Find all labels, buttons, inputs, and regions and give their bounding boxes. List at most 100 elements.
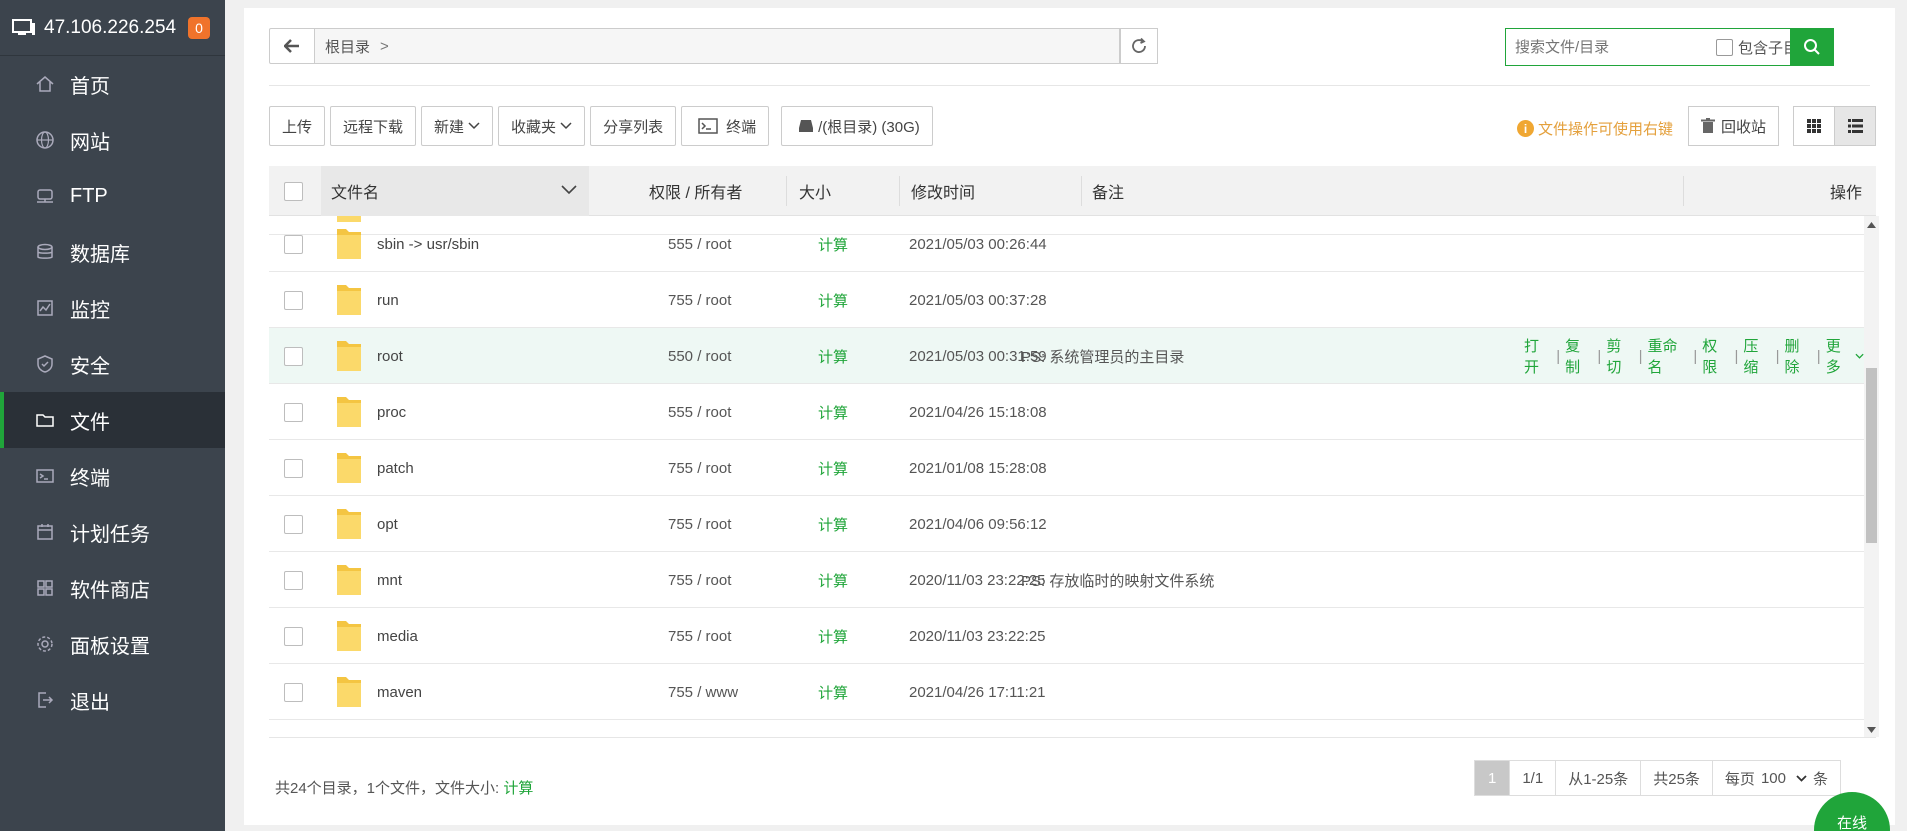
row-checkbox[interactable] [284, 290, 303, 310]
sidebar-item-security[interactable]: 安全 [0, 336, 225, 392]
sort-chevron-icon[interactable] [561, 185, 577, 195]
page-count: 1/1 [1510, 761, 1557, 795]
select-all-checkbox[interactable] [284, 181, 303, 201]
notification-badge[interactable]: 0 [188, 16, 211, 39]
file-note[interactable]: PS: 系统管理员的主目录 [1021, 328, 1184, 384]
calc-size-link[interactable]: 计算 [818, 328, 848, 384]
row-checkbox[interactable] [284, 682, 303, 702]
row-checkbox[interactable] [284, 402, 303, 422]
sidebar-item-monitor[interactable]: 监控 [0, 280, 225, 336]
file-perm[interactable]: 755 / root [668, 608, 731, 664]
disk-button[interactable]: /(根目录) (30G) [781, 106, 933, 146]
sidebar-item-logout[interactable]: 退出 [0, 672, 225, 728]
refresh-button[interactable] [1120, 28, 1158, 64]
calc-size-link[interactable]: 计算 [818, 664, 848, 720]
table-row[interactable]: patch 755 / root 计算 2021/01/08 15:28:08 [269, 440, 1864, 496]
list-view-button[interactable] [1834, 106, 1876, 146]
share-list-button[interactable]: 分享列表 [590, 106, 677, 146]
back-button[interactable] [269, 28, 315, 64]
remote-download-button[interactable]: 远程下载 [330, 106, 417, 146]
file-note[interactable]: PS: 存放临时的映射文件系统 [1021, 552, 1214, 608]
summary-calc-link[interactable]: 计算 [503, 780, 533, 797]
table-row[interactable]: mnt 755 / root 计算 2020/11/03 23:22:25 PS… [269, 552, 1864, 608]
calc-size-link[interactable]: 计算 [818, 272, 848, 328]
breadcrumb[interactable]: 根目录 > [315, 28, 1120, 64]
calc-size-link[interactable]: 计算 [818, 216, 848, 272]
file-perm[interactable]: 755 / root [668, 552, 731, 608]
table-row[interactable]: sbin -> usr/sbin 555 / root 计算 2021/05/0… [269, 216, 1864, 272]
scroll-down-icon[interactable] [1867, 727, 1876, 733]
scrollbar-thumb[interactable] [1866, 368, 1877, 543]
copy-link[interactable]: 复制 [1565, 335, 1592, 377]
file-name[interactable]: mnt [377, 552, 402, 608]
row-checkbox[interactable] [284, 458, 303, 478]
new-button[interactable]: 新建 [421, 106, 494, 146]
row-checkbox[interactable] [284, 626, 303, 646]
file-perm[interactable]: 555 / root [668, 216, 731, 272]
recycle-bin-button[interactable]: 回收站 [1688, 106, 1780, 146]
sidebar-item-ftp[interactable]: FTP [0, 168, 225, 224]
terminal-button[interactable]: 终端 [681, 106, 770, 146]
sidebar-item-settings[interactable]: 面板设置 [0, 616, 225, 672]
file-perm[interactable]: 755 / www [668, 664, 738, 720]
row-checkbox[interactable] [284, 346, 303, 366]
include-subdir-checkbox[interactable] [1716, 38, 1733, 56]
sidebar-item-store[interactable]: 软件商店 [0, 560, 225, 616]
breadcrumb-root[interactable]: 根目录 [325, 36, 370, 57]
file-name[interactable]: maven [377, 664, 422, 720]
table-row[interactable]: opt 755 / root 计算 2021/04/06 09:56:12 [269, 496, 1864, 552]
table-scrollbar[interactable] [1864, 216, 1879, 737]
file-name[interactable]: patch [377, 440, 414, 496]
file-perm[interactable]: 755 / root [668, 272, 731, 328]
calc-size-link[interactable]: 计算 [818, 384, 848, 440]
per-page-select[interactable]: 100 [1761, 770, 1807, 787]
permission-link[interactable]: 权限 [1702, 335, 1729, 377]
sidebar-item-website[interactable]: 网站 [0, 112, 225, 168]
more-link[interactable]: 更多 [1826, 335, 1853, 377]
page-current[interactable]: 1 [1475, 761, 1511, 795]
sidebar-item-home[interactable]: 首页 [0, 56, 225, 112]
row-checkbox[interactable] [284, 514, 303, 534]
file-name[interactable]: media [377, 608, 418, 664]
gear-icon [34, 633, 56, 655]
file-table-header: 文件名 权限 / 所有者 大小 修改时间 备注 操作 [269, 166, 1876, 216]
rename-link[interactable]: 重命名 [1647, 335, 1688, 377]
favorites-button[interactable]: 收藏夹 [498, 106, 586, 146]
file-perm[interactable]: 755 / root [668, 440, 731, 496]
table-row[interactable]: media 755 / root 计算 2020/11/03 23:22:25 [269, 608, 1864, 664]
open-link[interactable]: 打开 [1524, 335, 1551, 377]
file-name[interactable]: opt [377, 496, 398, 552]
row-checkbox[interactable] [284, 570, 303, 590]
file-perm[interactable]: 550 / root [668, 328, 731, 384]
file-perm[interactable]: 555 / root [668, 384, 731, 440]
name-column-header[interactable]: 文件名 [321, 166, 589, 216]
file-name[interactable]: proc [377, 384, 406, 440]
table-row[interactable]: proc 555 / root 计算 2021/04/26 15:18:08 [269, 384, 1864, 440]
cut-link[interactable]: 剪切 [1606, 335, 1633, 377]
search-button[interactable] [1790, 28, 1834, 66]
file-perm[interactable]: 755 / root [668, 496, 731, 552]
sidebar-item-cron[interactable]: 计划任务 [0, 504, 225, 560]
file-name[interactable]: root [377, 328, 403, 384]
search-input[interactable] [1506, 29, 1716, 65]
calc-size-link[interactable]: 计算 [818, 496, 848, 552]
file-name[interactable]: run [377, 272, 399, 328]
table-row[interactable]: root 550 / root 计算 2021/05/03 00:31:59 P… [269, 328, 1864, 384]
calc-size-link[interactable]: 计算 [818, 440, 848, 496]
total-count: 共25条 [1641, 761, 1713, 795]
row-checkbox[interactable] [284, 234, 303, 254]
sidebar-item-database[interactable]: 数据库 [0, 224, 225, 280]
sidebar-item-terminal[interactable]: 终端 [0, 448, 225, 504]
folder-icon [336, 496, 362, 552]
calc-size-link[interactable]: 计算 [818, 608, 848, 664]
delete-link[interactable]: 删除 [1785, 335, 1812, 377]
upload-button[interactable]: 上传 [269, 106, 326, 146]
calc-size-link[interactable]: 计算 [818, 552, 848, 608]
scroll-up-icon[interactable] [1867, 222, 1876, 228]
grid-view-button[interactable] [1793, 106, 1835, 146]
compress-link[interactable]: 压缩 [1743, 335, 1770, 377]
file-name[interactable]: sbin -> usr/sbin [377, 216, 479, 272]
table-row[interactable]: maven 755 / www 计算 2021/04/26 17:11:21 [269, 664, 1864, 720]
sidebar-item-files[interactable]: 文件 [0, 392, 225, 448]
table-row[interactable]: run 755 / root 计算 2021/05/03 00:37:28 [269, 272, 1864, 328]
